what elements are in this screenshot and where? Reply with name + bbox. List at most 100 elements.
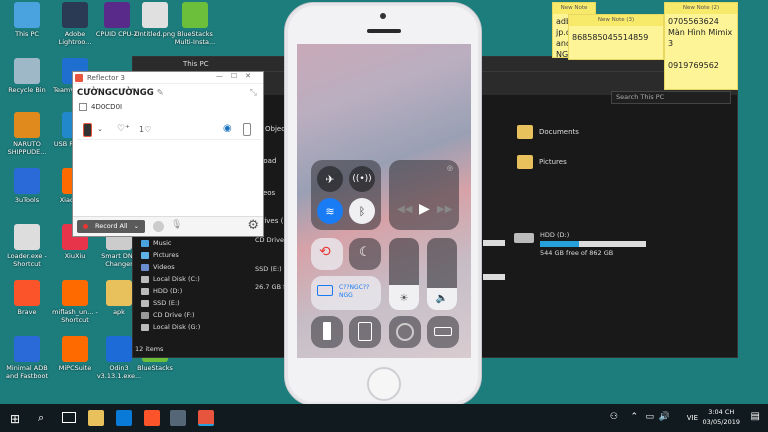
- connectivity-panel[interactable]: ✈ ((•)) ≋ ᛒ: [311, 160, 381, 230]
- drive-usage-fill: [540, 241, 580, 247]
- close-icon[interactable]: ✕: [245, 72, 259, 80]
- flashlight-button[interactable]: [311, 316, 343, 348]
- gear-icon[interactable]: ⚙: [247, 218, 259, 233]
- desktop-icon[interactable]: This PC: [0, 2, 54, 38]
- language-indicator[interactable]: VIE: [687, 414, 698, 422]
- play-icon[interactable]: ▶: [419, 201, 430, 217]
- drive-hdd[interactable]: HDD (D:) 544 GB free of 862 GB: [514, 231, 646, 257]
- desktop-icon[interactable]: NARUTO SHIPPUDE...: [0, 112, 54, 156]
- start-windows-icon[interactable]: ⊞: [10, 412, 20, 426]
- navigation-pane: Music Pictures Videos Local Disk (C:) HDD (D…: [133, 237, 223, 333]
- nav-item[interactable]: Music: [133, 237, 223, 249]
- brightness-slider[interactable]: ☀: [389, 238, 419, 310]
- nav-item-label: Videos: [153, 263, 175, 271]
- reflector-window[interactable]: Reflector 3 —☐✕ CƯỜNGCƯỜNGG ✎ ⤡ 4D0CD0I …: [72, 71, 264, 237]
- device-frame-icon[interactable]: [243, 123, 251, 136]
- desktop-icon-label: Recycle Bin: [8, 86, 46, 94]
- airplane-mode-icon[interactable]: ✈: [317, 166, 343, 192]
- nav-item[interactable]: Local Disk (G:): [133, 321, 223, 333]
- calculator-icon: [358, 322, 372, 341]
- search-icon[interactable]: ⌕: [38, 411, 44, 425]
- camera-icon[interactable]: [153, 221, 164, 232]
- desktop-icon[interactable]: Brave: [0, 280, 54, 316]
- brave-taskbar-icon[interactable]: [144, 410, 160, 426]
- low-power-button[interactable]: [427, 316, 459, 348]
- maximize-icon[interactable]: ☐: [231, 72, 245, 80]
- screen-mirroring-button[interactable]: C??NGC?? NGG: [311, 276, 381, 310]
- desktop-icon[interactable]: Loader.exe - Shortcut: [0, 224, 54, 268]
- miflash-icon: [62, 280, 88, 306]
- network-icon[interactable]: ▭: [645, 412, 654, 422]
- desktop-icon[interactable]: BlueStacks Multi-Insta...: [168, 2, 222, 46]
- nav-item[interactable]: Local Disk (C:): [133, 273, 223, 285]
- earpiece-speaker: [367, 29, 401, 33]
- search-input[interactable]: Search This PC: [611, 91, 731, 104]
- nav-item[interactable]: SSD (E:): [133, 297, 223, 309]
- brightness-icon: ☀: [399, 293, 409, 304]
- rotation-lock-button[interactable]: ⟲: [311, 238, 343, 270]
- fast-forward-icon[interactable]: ▶▶: [437, 204, 452, 215]
- volume-slider[interactable]: 🔈: [427, 238, 457, 310]
- chevron-up-icon[interactable]: ⌃: [630, 412, 638, 422]
- note-body[interactable]: 0705563624 Màn Hình Mimix 3 0919769562: [665, 14, 737, 73]
- clock-date: 03/05/2019: [702, 418, 740, 426]
- do-not-disturb-button[interactable]: ☾: [349, 238, 381, 270]
- chevron-down-icon[interactable]: ⌄: [97, 125, 103, 133]
- note-header: New Note (2): [665, 3, 737, 14]
- reflector-taskbar-icon[interactable]: [198, 410, 214, 426]
- music-panel[interactable]: ◎ ◀◀ ▶ ▶▶: [389, 160, 459, 230]
- eye-icon[interactable]: ◉: [223, 123, 232, 134]
- nav-item[interactable]: Videos: [133, 261, 223, 273]
- task-view-icon[interactable]: [62, 412, 76, 423]
- taskbar: ⊞ ⌕ ⚇ ⌃ ▭ 🔊 VIE 3:04 CH 03/05/2019 ▤: [0, 404, 768, 432]
- people-icon[interactable]: ⚇: [610, 412, 618, 422]
- desktop-icon[interactable]: Recycle Bin: [0, 58, 54, 94]
- 3utools-icon: [14, 168, 40, 194]
- file-explorer-taskbar-icon[interactable]: [88, 410, 104, 426]
- control-center-screen[interactable]: ✈ ((•)) ≋ ᛒ ◎ ◀◀ ▶ ▶▶ ⟲ ☾ ☀ 🔈 C??NGC?? N…: [297, 44, 471, 358]
- sticky-note[interactable]: New Note (3) 868585045514859: [568, 14, 664, 60]
- desktop-icon-label: Loader.exe - Shortcut: [7, 252, 47, 268]
- folder-documents[interactable]: Documents: [517, 125, 579, 139]
- desktop-icon[interactable]: Minimal ADB and Fastboot: [0, 336, 54, 380]
- bluetooth-icon[interactable]: ᛒ: [349, 198, 375, 224]
- note-body[interactable]: 868585045514859: [569, 26, 663, 45]
- folder-pictures-label: Pictures: [539, 158, 567, 166]
- folder-pictures[interactable]: Pictures: [517, 155, 567, 169]
- heart-add-icon[interactable]: ♡⁺: [117, 124, 130, 134]
- folder-icon: [517, 155, 533, 169]
- home-button[interactable]: [367, 367, 401, 401]
- desktop-icon[interactable]: 3uTools: [0, 168, 54, 204]
- mirroring-target: C??NGC?? NGG: [339, 284, 370, 299]
- edit-pencil-icon[interactable]: ✎: [157, 88, 164, 98]
- airplay-icon[interactable]: ◎: [447, 164, 453, 172]
- record-all-button[interactable]: Record All ⌄: [77, 220, 145, 233]
- adb-icon: [14, 336, 40, 362]
- screen-record-button[interactable]: [389, 316, 421, 348]
- cellular-data-icon[interactable]: ((•)): [349, 166, 375, 192]
- app-taskbar-icon[interactable]: [170, 410, 186, 426]
- note-header: New Note: [553, 3, 595, 14]
- volume-icon[interactable]: 🔊: [659, 412, 670, 422]
- device-row[interactable]: ⌄ ♡⁺ 1♡ ◉: [77, 120, 261, 140]
- nav-item[interactable]: Pictures: [133, 249, 223, 261]
- nav-item[interactable]: CD Drive (F:): [133, 309, 223, 321]
- loader-icon: [14, 224, 40, 250]
- note-header: New Note (3): [569, 15, 663, 26]
- minimize-icon[interactable]: —: [216, 72, 231, 80]
- wifi-icon[interactable]: ≋: [317, 198, 343, 224]
- clock[interactable]: 3:04 CH 03/05/2019: [703, 407, 740, 427]
- notification-icon[interactable]: ▤: [751, 411, 760, 422]
- store-taskbar-icon[interactable]: [116, 410, 132, 426]
- desktop-icon-label: BlueStacks Multi-Insta...: [174, 30, 216, 46]
- calculator-button[interactable]: [349, 316, 381, 348]
- sticky-note[interactable]: New Note (2) 0705563624 Màn Hình Mimix 3 …: [664, 2, 738, 90]
- connection-code: 4D0CD0I: [91, 103, 123, 111]
- rewind-icon[interactable]: ◀◀: [397, 204, 412, 215]
- ssd-label[interactable]: SSD (E:): [255, 265, 282, 273]
- nav-item[interactable]: HDD (D:): [133, 285, 223, 297]
- desktop-icon-label: NARUTO SHIPPUDE...: [7, 140, 47, 156]
- microphone-icon[interactable]: 🎙: [171, 220, 182, 230]
- collapse-icon[interactable]: ⤡: [250, 88, 257, 98]
- reflector-window-controls[interactable]: —☐✕: [216, 72, 259, 80]
